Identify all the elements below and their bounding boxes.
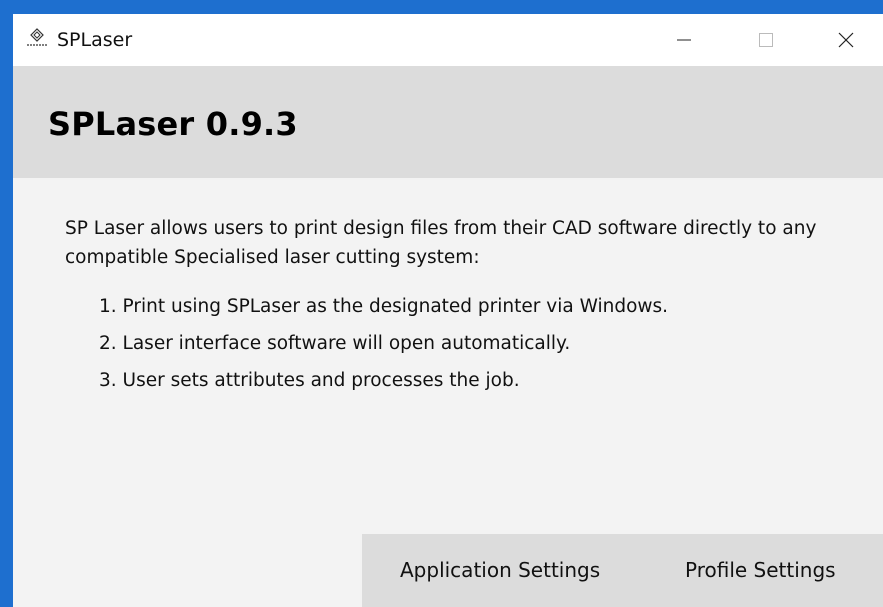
app-window: SPLaser SPLaser 0.9.3 SP Laser allows us… [13,14,883,607]
window-title: SPLaser [57,29,133,51]
close-button[interactable] [823,14,869,66]
close-icon [838,32,854,48]
splaser-logo-icon [25,26,49,50]
application-settings-button[interactable]: Application Settings [400,534,600,607]
minimize-button[interactable] [661,14,707,66]
footer-bar: Application Settings Profile Settings [362,534,883,607]
title-bar[interactable]: SPLaser [13,14,883,66]
minimize-icon [677,39,691,41]
intro-text: SP Laser allows users to print design fi… [65,218,817,268]
profile-settings-button[interactable]: Profile Settings [685,534,836,607]
header-band: SPLaser 0.9.3 [13,66,883,178]
step-item: 2. Laser interface software will open au… [99,333,571,354]
step-item: 3. User sets attributes and processes th… [99,370,520,391]
steps-list: 1. Print using SPLaser as the designated… [65,292,845,395]
main-content: SP Laser allows users to print design fi… [65,214,845,403]
app-heading: SPLaser 0.9.3 [48,105,298,143]
maximize-button[interactable] [743,14,789,66]
maximize-icon [759,33,773,47]
step-item: 1. Print using SPLaser as the designated… [99,296,669,317]
